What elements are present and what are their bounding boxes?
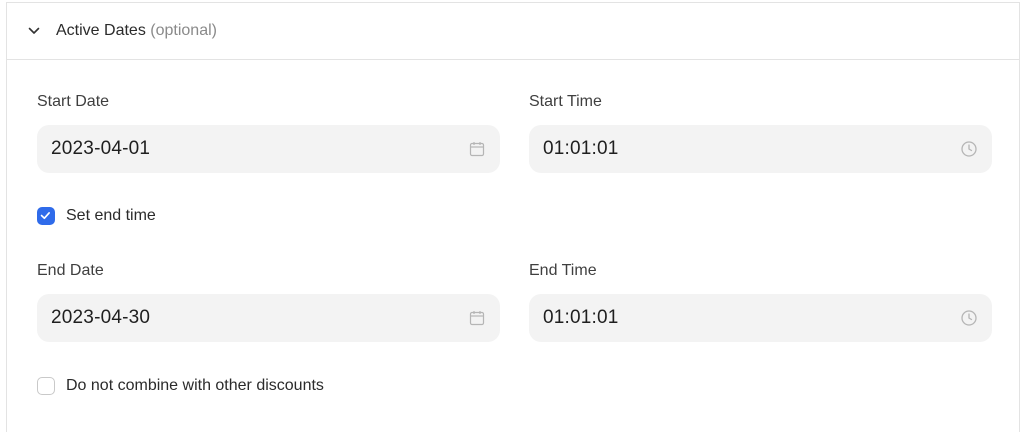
set-end-time-label: Set end time (66, 207, 156, 224)
start-time-value: 01:01:01 (543, 138, 619, 159)
calendar-icon[interactable] (468, 309, 486, 327)
clock-icon[interactable] (960, 309, 978, 327)
active-dates-header[interactable]: Active Dates (optional) (7, 3, 1019, 60)
end-date-label: End Date (37, 262, 104, 279)
end-date-input[interactable]: 2023-04-30 (37, 294, 500, 342)
start-date-value: 2023-04-01 (51, 138, 151, 159)
end-time-input[interactable]: 01:01:01 (529, 294, 992, 342)
clock-icon[interactable] (960, 140, 978, 158)
optional-hint: (optional) (150, 22, 217, 39)
start-date-label: Start Date (37, 93, 110, 110)
end-date-value: 2023-04-30 (51, 307, 151, 328)
end-time-value: 01:01:01 (543, 307, 619, 328)
section-title: Active Dates (optional) (56, 21, 217, 41)
calendar-icon[interactable] (468, 140, 486, 158)
active-dates-panel: Active Dates (optional) Start Date 2023-… (6, 2, 1020, 432)
set-end-time-row[interactable]: Set end time (37, 206, 156, 226)
no-combine-row[interactable]: Do not combine with other discounts (37, 376, 324, 396)
no-combine-label: Do not combine with other discounts (66, 377, 324, 394)
set-end-time-checkbox[interactable] (37, 207, 55, 225)
start-date-input[interactable]: 2023-04-01 (37, 125, 500, 173)
start-time-label: Start Time (529, 93, 602, 110)
end-time-label: End Time (529, 262, 597, 279)
chevron-down-icon[interactable] (27, 24, 41, 38)
section-title-text: Active Dates (56, 22, 146, 39)
no-combine-checkbox[interactable] (37, 377, 55, 395)
check-icon (40, 212, 50, 220)
start-time-input[interactable]: 01:01:01 (529, 125, 992, 173)
